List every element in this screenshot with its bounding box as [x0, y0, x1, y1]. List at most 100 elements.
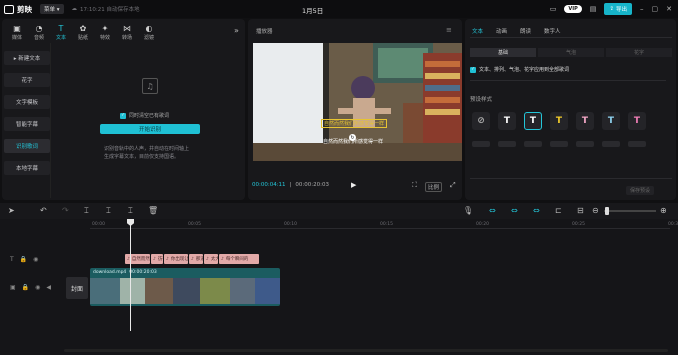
preset-style[interactable]: T	[576, 112, 594, 130]
ruler-tick-label: 00:25	[572, 222, 585, 227]
trim-left-icon[interactable]: ⌶	[106, 206, 111, 216]
inspector-subtab[interactable]: 基础	[470, 48, 536, 57]
timeline-scrollbar[interactable]	[64, 349, 668, 352]
caption-selected[interactable]: 自然而然我们所感觉得一样	[321, 119, 388, 128]
layout-icon[interactable]: ▤	[590, 5, 597, 13]
checkbox-icon[interactable]: ✓	[120, 112, 126, 119]
zoom-fit-icon[interactable]: ⊟	[577, 206, 584, 216]
tab-icon: ◐	[145, 24, 153, 33]
lyric-clip[interactable]: ♪ 那道	[189, 254, 203, 264]
preset-style-thumb[interactable]	[524, 141, 542, 147]
menu-button[interactable]: 菜单 ▾	[40, 4, 64, 14]
preset-style[interactable]: T	[550, 112, 568, 130]
tab-label: 滤镜	[143, 35, 154, 41]
preset-style[interactable]: T	[628, 112, 646, 130]
tab-1[interactable]: ◔ 音频	[28, 24, 50, 42]
lyric-clip[interactable]: ♪ 太大	[204, 254, 218, 264]
playhead[interactable]	[130, 219, 131, 331]
minimize-button[interactable]: –	[640, 5, 644, 13]
inspector-subtab[interactable]: 气泡	[538, 48, 604, 57]
preset-style[interactable]: T	[602, 112, 620, 130]
tab-2[interactable]: T 文本	[50, 25, 72, 42]
delete-icon[interactable]: 🗑	[148, 206, 158, 216]
lyric-clip[interactable]: ♪ 你出现让	[164, 254, 188, 264]
preset-none-icon[interactable]: ⊘	[472, 112, 490, 130]
sidebar-item[interactable]: 本地字幕	[4, 161, 50, 175]
sidebar-item[interactable]: ▸ 新建文本	[4, 51, 50, 65]
player-timecode: 00:00:04:11 | 00:00:20:03	[252, 182, 329, 188]
lyric-clip[interactable]: ♪自然而然我们	[125, 254, 150, 264]
tab-icon: ◔	[35, 24, 43, 33]
tab-5[interactable]: ⋈ 转场	[116, 25, 138, 42]
preset-style-thumb[interactable]	[576, 141, 594, 147]
trim-right-icon[interactable]: ⌶	[128, 206, 133, 216]
inspector-tab[interactable]: 动画	[496, 27, 507, 35]
start-recognize-button[interactable]: 开始识别	[100, 124, 200, 134]
preview-axis-icon[interactable]: ⊏	[555, 206, 562, 216]
eye-icon[interactable]: ◉	[33, 256, 38, 263]
inspector-tab[interactable]: 朗读	[520, 27, 531, 35]
save-preset-button[interactable]: 保存预设	[626, 186, 655, 195]
tab-0[interactable]: ▣ 媒体	[6, 25, 28, 42]
select-tool-icon[interactable]: ➤	[8, 206, 15, 216]
lyric-clip[interactable]: ♪彷徨	[151, 254, 163, 264]
apply-all-option[interactable]: ✓ 文本、排列、气泡、花字应用到全部歌词	[470, 66, 569, 73]
inspector-subtab[interactable]: 花字	[606, 48, 672, 57]
tab-icon: ✦	[101, 24, 109, 33]
main-track-magnet-icon[interactable]: ⇔	[489, 206, 496, 216]
lyric-clip-icon: ♪	[166, 256, 169, 262]
lyric-clip-label: 自然而然我们	[131, 257, 150, 262]
preset-style-thumb[interactable]	[602, 141, 620, 147]
sidebar-item[interactable]: 文字模板	[4, 95, 50, 109]
more-tabs-chevron-icon[interactable]: »	[234, 26, 239, 35]
split-icon[interactable]: ⌶	[84, 206, 89, 216]
fit-screen-icon[interactable]: ⛶	[412, 181, 417, 190]
preset-style[interactable]: T	[524, 112, 542, 130]
tab-3[interactable]: ✿ 贴纸	[72, 25, 94, 42]
preset-style[interactable]: T	[498, 112, 516, 130]
zoom-in-icon[interactable]: ⊕	[660, 206, 667, 216]
video-preview[interactable]: 自然而然我们所感觉得一样 自然而然我们所感觉得一样 ↻	[253, 43, 462, 161]
tab-4[interactable]: ✦ 特效	[94, 24, 116, 42]
zoom-slider-handle[interactable]	[605, 207, 609, 215]
play-icon[interactable]: ▶	[351, 181, 356, 189]
preset-style-thumb[interactable]	[498, 141, 516, 147]
cover-button[interactable]: 封面	[66, 277, 88, 299]
zoom-slider[interactable]	[604, 210, 656, 212]
undo-icon[interactable]: ↶	[40, 206, 47, 216]
preset-style-thumb[interactable]	[550, 141, 568, 147]
inspector-tabs: 文本 动画 朗读 数字人	[472, 27, 561, 35]
document-title[interactable]: 1月5日	[302, 5, 323, 15]
inspector-tab[interactable]: 文本	[472, 27, 483, 35]
checkbox-icon[interactable]: ✓	[470, 66, 476, 73]
sidebar-item[interactable]: 识别歌词	[4, 139, 50, 153]
mute-icon[interactable]: ◀	[46, 284, 51, 291]
video-clip[interactable]: download.mp4 00:00:20:03	[90, 268, 280, 306]
preset-style-thumb[interactable]	[472, 141, 490, 147]
redo-icon[interactable]: ↷	[62, 206, 69, 216]
microphone-icon[interactable]: 🎙	[463, 206, 473, 216]
fullscreen-icon[interactable]: ⤢	[450, 181, 456, 190]
sidebar-item[interactable]: 花字	[4, 73, 50, 87]
linkage-icon[interactable]: ⇔	[533, 206, 540, 216]
eye-icon[interactable]: ◉	[35, 284, 40, 291]
auto-snap-icon[interactable]: ⇔	[511, 206, 518, 216]
close-button[interactable]: ✕	[666, 5, 672, 13]
zoom-out-icon[interactable]: ⊖	[592, 206, 599, 216]
tab-6[interactable]: ◐ 滤镜	[138, 24, 160, 42]
ratio-button[interactable]: 比例	[425, 182, 443, 192]
clear-lyrics-option[interactable]: ✓ 同时清空已有歌词	[120, 112, 169, 119]
maximize-button[interactable]: ▢	[652, 5, 659, 13]
player-menu-icon[interactable]: ≡	[446, 26, 452, 34]
lock-icon[interactable]: 🔒	[22, 284, 29, 291]
lyric-clip[interactable]: ♪ 每个瞬间的	[219, 254, 259, 264]
vip-badge[interactable]: VIP	[564, 5, 582, 13]
inspector-subtabs: 基础 气泡 花字	[470, 48, 672, 57]
export-button[interactable]: ⇪ 导出	[604, 3, 632, 15]
lock-icon[interactable]: 🔒	[20, 256, 27, 263]
rotate-handle-icon[interactable]: ↻	[349, 134, 356, 141]
monitor-icon[interactable]: ▭	[550, 5, 557, 13]
sidebar-item[interactable]: 智能字幕	[4, 117, 50, 131]
preset-style-thumb[interactable]	[628, 141, 646, 147]
inspector-tab[interactable]: 数字人	[544, 27, 561, 35]
